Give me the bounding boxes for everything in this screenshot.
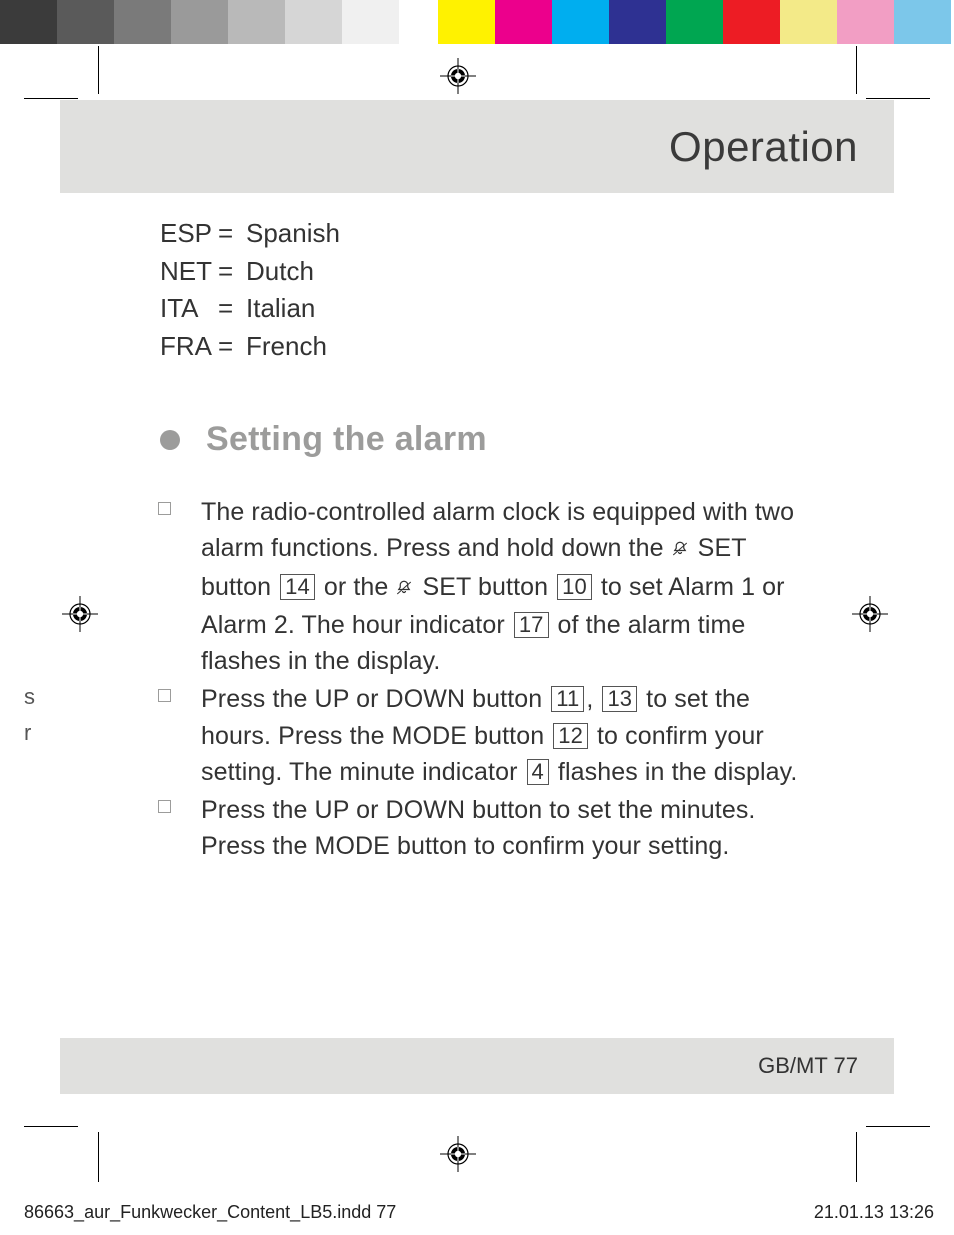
page-title: Operation <box>669 123 858 171</box>
crop-mark <box>866 98 930 99</box>
crop-mark <box>98 46 99 94</box>
lang-code: FRA <box>160 328 218 366</box>
registration-mark-icon <box>852 596 888 632</box>
lang-code: ESP <box>160 215 218 253</box>
list-item-body: The radio-controlled alarm clock is equi… <box>201 494 808 679</box>
lang-name: French <box>246 328 327 366</box>
ref-box: 10 <box>557 574 592 600</box>
crop-mark <box>24 98 78 99</box>
footer-band: GB/MT 77 <box>60 1038 894 1094</box>
slug-datetime: 21.01.13 13:26 <box>814 1202 934 1223</box>
lang-row: NET = Dutch <box>160 253 340 291</box>
ref-box: 14 <box>280 574 315 600</box>
list-item: The radio-controlled alarm clock is equi… <box>158 494 808 679</box>
lang-code: NET <box>160 253 218 291</box>
checkbox-bullet-icon <box>158 502 171 515</box>
ref-box: 4 <box>527 759 549 785</box>
crop-mark <box>856 46 857 94</box>
ref-box: 11 <box>551 686 584 712</box>
bell-icon <box>395 571 413 607</box>
lang-eq: = <box>218 215 246 253</box>
bullet-disc-icon <box>160 430 180 450</box>
registration-mark-icon <box>440 58 476 94</box>
crop-mark <box>866 1126 930 1127</box>
list-item: Press the UP or DOWN button 11, 13 to se… <box>158 681 808 790</box>
slug-file: 86663_aur_Funkwecker_Content_LB5.indd 77 <box>24 1202 396 1223</box>
header-band: Operation <box>60 100 894 193</box>
registration-mark-icon <box>440 1136 476 1172</box>
list-item: Press the UP or DOWN button to set the m… <box>158 792 808 865</box>
bell-icon <box>671 532 689 568</box>
crop-mark <box>98 1132 99 1182</box>
section-heading: Setting the alarm <box>160 420 800 459</box>
lang-code: ITA <box>160 290 218 328</box>
registration-mark-icon <box>62 596 98 632</box>
lang-name: Italian <box>246 290 315 328</box>
list-item-body: Press the UP or DOWN button to set the m… <box>201 792 808 865</box>
lang-eq: = <box>218 290 246 328</box>
checkbox-bullet-icon <box>158 800 171 813</box>
indesign-slug: 86663_aur_Funkwecker_Content_LB5.indd 77… <box>24 1202 934 1223</box>
stray-text: s <box>24 684 35 710</box>
list-item-body: Press the UP or DOWN button 11, 13 to se… <box>201 681 808 790</box>
ref-box: 17 <box>514 612 549 638</box>
language-list: ESP = Spanish NET = Dutch ITA = Italian … <box>160 215 340 366</box>
lang-row: ITA = Italian <box>160 290 340 328</box>
lang-eq: = <box>218 253 246 291</box>
ref-box: 12 <box>553 723 588 749</box>
stray-text: r <box>24 720 31 746</box>
ref-box: 13 <box>602 686 637 712</box>
instruction-list: The radio-controlled alarm clock is equi… <box>158 494 808 867</box>
crop-mark <box>856 1132 857 1182</box>
lang-row: ESP = Spanish <box>160 215 340 253</box>
footer-region-page: GB/MT 77 <box>758 1053 858 1079</box>
crop-mark <box>24 1126 78 1127</box>
checkbox-bullet-icon <box>158 689 171 702</box>
lang-eq: = <box>218 328 246 366</box>
section-title: Setting the alarm <box>206 420 487 459</box>
lang-name: Dutch <box>246 253 314 291</box>
lang-row: FRA = French <box>160 328 340 366</box>
lang-name: Spanish <box>246 215 340 253</box>
color-calibration-strip <box>0 0 954 44</box>
